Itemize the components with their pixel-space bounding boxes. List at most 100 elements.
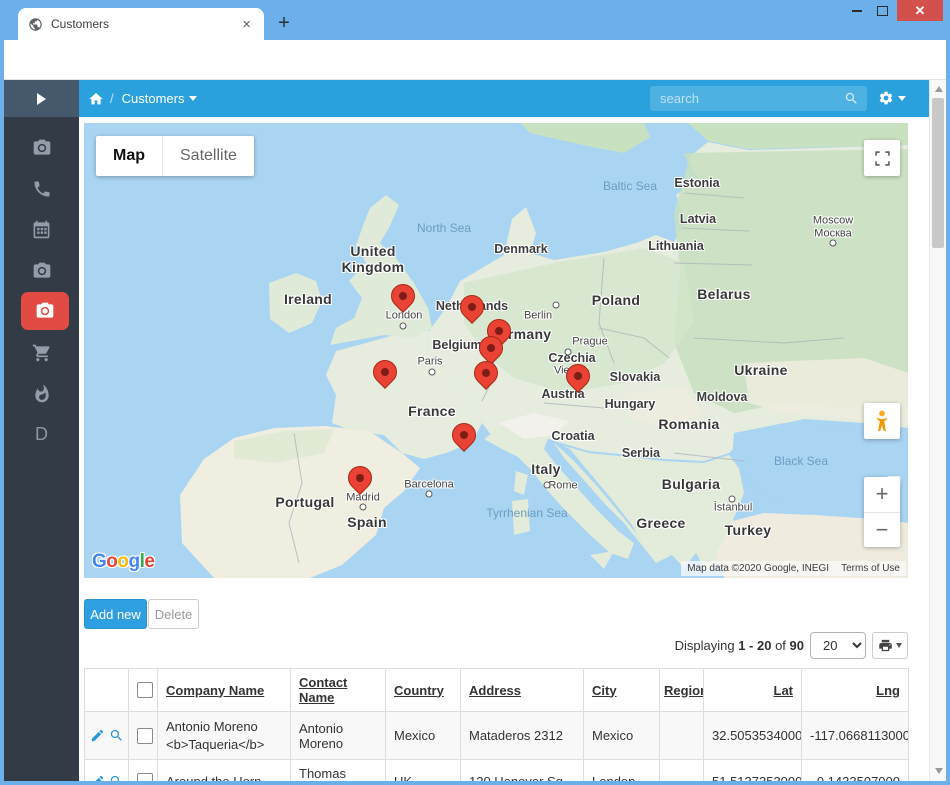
header-select-all [129,669,158,712]
header-lng[interactable]: Lng [802,669,909,712]
cell-contact: Thomas Hardy [291,760,386,781]
fullscreen-icon [874,150,891,167]
zoom-in-button[interactable]: + [864,477,900,513]
row-checkbox[interactable] [137,773,153,781]
app-navbar: / Customers [79,80,929,117]
cell-lat: 51.5137353000 [704,760,802,781]
cell-address: 120 Hanover Sq. [461,760,584,781]
map-type-satellite-button[interactable]: Satellite [163,136,254,176]
header-contact-name[interactable]: Contact Name [291,669,386,712]
header-country[interactable]: Country [386,669,461,712]
map-marker-pin[interactable] [447,418,481,452]
edit-pencil-icon[interactable] [90,774,105,781]
google-map[interactable]: North SeaBaltic SeaBlack SeaTyrrhenian S… [84,123,908,578]
map-marker-pin[interactable] [368,355,402,389]
row-checkbox[interactable] [137,728,153,744]
new-tab-button[interactable]: + [272,12,296,36]
map-fullscreen-button[interactable] [864,140,900,176]
search-icon[interactable] [844,91,859,106]
sidebar-item-customers-active[interactable] [21,292,69,330]
window-close-button[interactable]: ✕ [897,0,943,21]
pagination-bar: Displaying 1 - 20 of 90 20 [84,631,908,659]
play-icon [37,93,46,105]
map-type-control: Map Satellite [96,136,254,176]
street-view-pegman-button[interactable] [864,403,900,439]
tab-close-icon[interactable]: × [239,16,254,33]
chevron-down-icon [189,96,197,101]
scroll-up-icon[interactable] [935,86,943,92]
view-magnifier-icon[interactable] [109,728,124,743]
map-markers [84,123,908,578]
add-new-button[interactable]: Add new [84,599,147,629]
customers-menu[interactable]: Customers [122,91,198,106]
calendar-icon [32,220,51,239]
shopping-cart-icon [32,343,52,363]
map-marker-pin[interactable] [455,290,489,324]
window-minimize-button[interactable] [845,0,869,21]
camera-icon [32,261,52,281]
cell-company: Around the Horn [158,760,291,781]
table-row: Antonio Moreno <b>Taqueria</b> Antonio M… [85,712,909,760]
header-city[interactable]: City [584,669,660,712]
sidebar-item-phone[interactable] [4,168,79,209]
sidebar-item-cart[interactable] [4,332,79,373]
header-address[interactable]: Address [461,669,584,712]
map-marker-pin[interactable] [343,461,377,495]
tab-favicon-globe-icon [28,17,43,32]
sidebar-item-calendar[interactable] [4,209,79,250]
sidebar-item-hot[interactable] [4,373,79,414]
sidebar-item-camera-2[interactable] [4,250,79,291]
sidebar-item-d[interactable]: D [4,414,79,455]
map-marker-pin[interactable] [561,359,595,393]
table-header-row: Company Name Contact Name Country Addres… [85,669,909,712]
map-type-map-button[interactable]: Map [96,136,163,176]
chevron-down-icon [896,643,902,648]
window-frame [0,781,950,785]
cell-lng: -0.1433507000 [802,760,909,781]
home-icon[interactable] [88,91,104,107]
zoom-out-button[interactable]: − [864,513,900,548]
cell-country: Mexico [386,712,461,760]
google-logo: Google [92,551,154,573]
header-lat[interactable]: Lat [704,669,802,712]
browser-tab[interactable]: Customers × [18,8,264,40]
cell-lng: -117.0668113000 [802,712,909,760]
window-maximize-button[interactable] [870,0,894,21]
breadcrumb-separator: / [110,91,114,106]
cell-lat: 32.5053534000 [704,712,802,760]
cell-region [660,760,704,781]
delete-button[interactable]: Delete [148,599,199,629]
scroll-down-icon[interactable] [935,768,943,774]
app-sidebar: D [4,117,79,781]
edit-pencil-icon[interactable] [90,728,105,743]
window-frame [0,40,4,785]
browser-addressbar: localhost:8086/customers_list?a=return&&… [4,40,946,80]
map-zoom-control: + − [864,477,900,547]
view-magnifier-icon[interactable] [109,774,124,781]
header-actions [85,669,129,712]
map-marker-pin[interactable] [469,356,503,390]
header-company-name[interactable]: Company Name [158,669,291,712]
terms-of-use-link[interactable]: Terms of Use [841,563,900,574]
camera-icon [35,301,55,321]
page-size-select[interactable]: 20 [810,632,866,659]
page-scrollbar[interactable] [929,80,946,781]
sidebar-item-camera-1[interactable] [4,127,79,168]
cell-city: Mexico [584,712,660,760]
customers-table: Company Name Contact Name Country Addres… [84,668,909,781]
table-row: Around the Horn Thomas Hardy UK 120 Hano… [85,760,909,781]
cell-contact: Antonio Moreno [291,712,386,760]
map-marker-pin[interactable] [386,279,420,313]
settings-gear-button[interactable] [878,90,906,106]
print-button[interactable] [872,632,908,659]
tab-title: Customers [51,17,239,31]
header-region[interactable]: Region [660,669,704,712]
printer-icon [878,638,893,653]
sidebar-toggle-button[interactable] [4,80,79,117]
search-input[interactable] [650,86,867,111]
cell-city: London [584,760,660,781]
gear-icon [878,90,894,106]
select-all-checkbox[interactable] [137,682,153,698]
scrollbar-thumb[interactable] [932,98,944,248]
displaying-text: Displaying 1 - 20 of 90 [675,638,804,653]
